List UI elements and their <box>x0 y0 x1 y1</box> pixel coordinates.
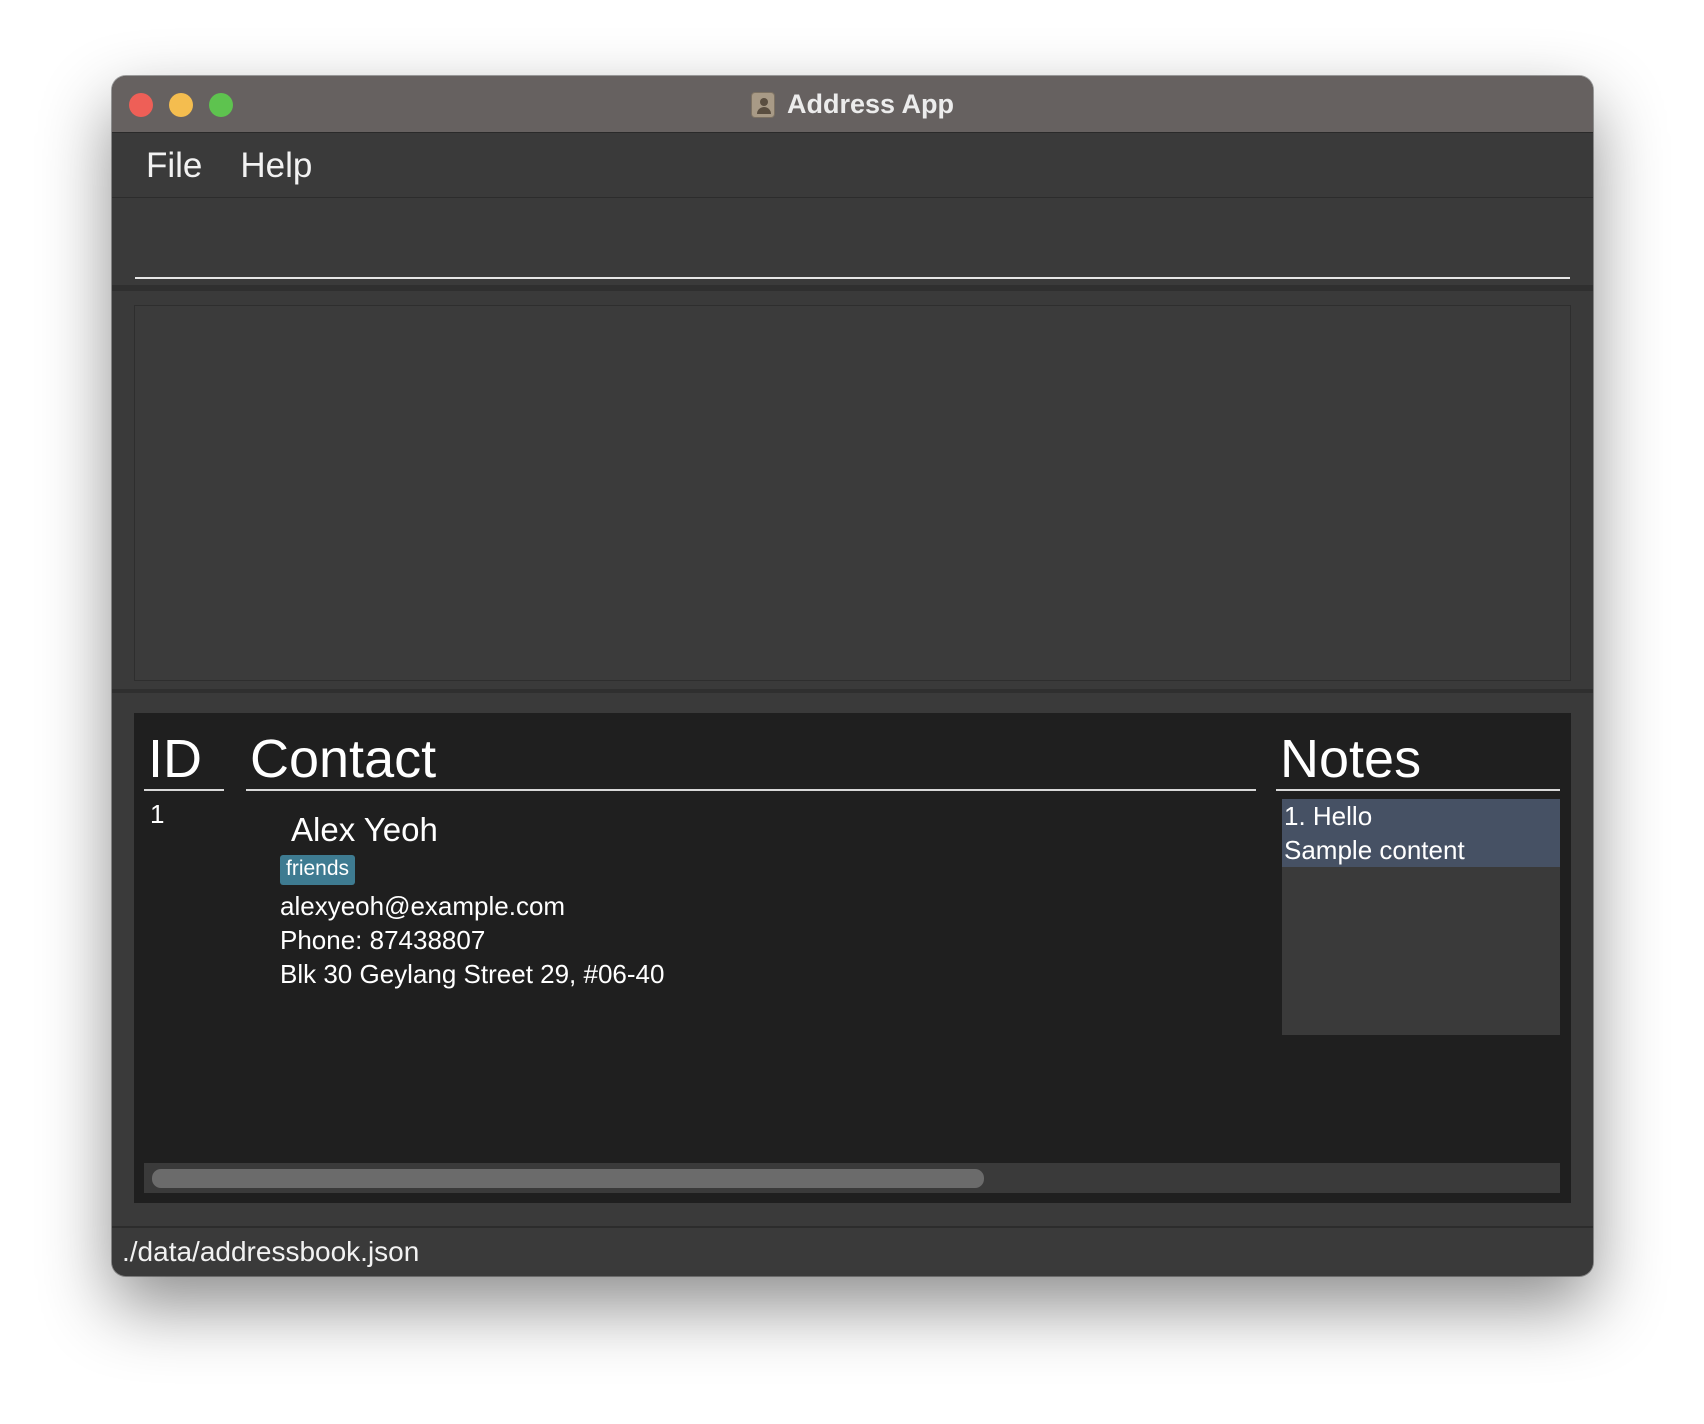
menu-bar: File Help <box>112 134 1593 198</box>
contact-phone: Phone: 87438807 <box>280 925 486 955</box>
menu-file[interactable]: File <box>146 146 202 186</box>
note-content: Sample content <box>1284 835 1465 865</box>
command-input[interactable] <box>135 199 1570 279</box>
contact-name: Alex Yeoh <box>291 811 438 848</box>
id-column-header: ID <box>144 713 224 791</box>
result-display[interactable] <box>134 305 1571 681</box>
contact-column-header: Contact <box>246 713 1256 791</box>
save-file-path: ./data/addressbook.json <box>122 1236 420 1267</box>
notes-list[interactable]: 1. Hello Sample content <box>1282 799 1560 1035</box>
person-list-panel: ID Contact Notes 1 Alex Yeoh friends ale… <box>134 713 1571 1203</box>
menu-help[interactable]: Help <box>240 146 312 186</box>
tag-badge: friends <box>280 855 356 885</box>
note-title: 1. Hello <box>1284 801 1373 831</box>
command-box-area <box>112 199 1593 291</box>
contact-book-icon <box>750 91 775 118</box>
app-window: Address App File Help ID Contact Notes 1… <box>112 76 1593 1276</box>
window-title-wrap: Address App <box>112 76 1593 133</box>
result-display-area <box>112 297 1593 693</box>
title-bar: Address App <box>112 76 1593 133</box>
contact-address: Blk 30 Geylang Street 29, #06-40 <box>280 959 665 989</box>
notes-column-header: Notes <box>1276 713 1560 791</box>
status-bar: ./data/addressbook.json <box>112 1226 1593 1276</box>
horizontal-scrollbar[interactable] <box>144 1163 1560 1193</box>
window-title: Address App <box>786 89 955 119</box>
note-item[interactable]: 1. Hello Sample content <box>1282 799 1560 867</box>
contact-card[interactable]: Alex Yeoh friends alexyeoh@example.com P… <box>280 811 664 991</box>
contact-email: alexyeoh@example.com <box>280 891 566 921</box>
scrollbar-thumb[interactable] <box>152 1169 984 1188</box>
row-index: 1 <box>150 799 165 829</box>
